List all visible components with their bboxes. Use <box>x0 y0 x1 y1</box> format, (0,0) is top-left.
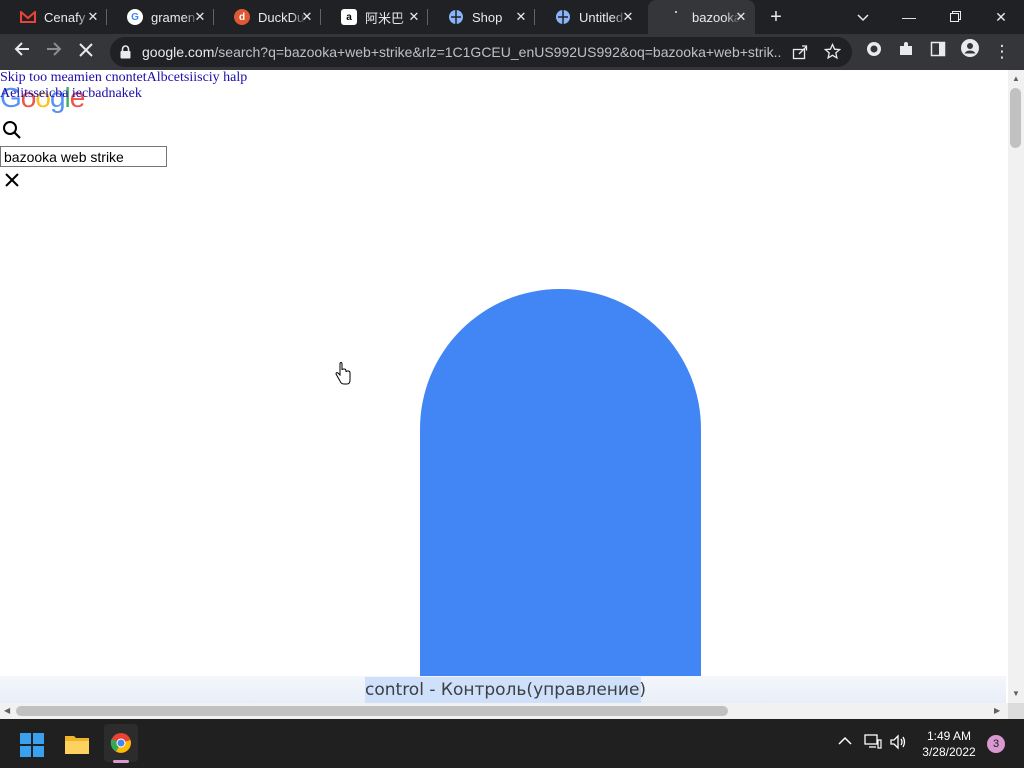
url-host: google.com <box>142 44 215 60</box>
back-button[interactable] <box>8 38 36 66</box>
windows-taskbar: 1:49 AM 3/28/2022 3 <box>0 719 1024 768</box>
tab-shop[interactable]: Shop ✕ <box>428 0 535 34</box>
lock-icon[interactable] <box>120 45 131 64</box>
close-icon[interactable]: ✕ <box>85 9 101 25</box>
minimize-button[interactable]: — <box>886 0 932 34</box>
scroll-up-arrow-icon[interactable]: ▲ <box>1012 74 1020 84</box>
tab-search-button[interactable] <box>840 0 886 34</box>
google-icon: G <box>127 9 143 25</box>
web-icon <box>555 9 571 25</box>
accessibility-feedback-link[interactable]: Aelitsseicba iecbadnakek <box>0 86 142 102</box>
tab-duckduckgo[interactable]: d DuckDu ✕ <box>214 0 321 34</box>
start-pane <box>33 733 44 744</box>
browser-toolbar: google.com/search?q=bazooka+web+strike&r… <box>0 34 1024 70</box>
address-bar[interactable]: google.com/search?q=bazooka+web+strike&r… <box>110 37 852 67</box>
tab-untitled[interactable]: Untitled ✕ <box>535 0 642 34</box>
network-icon[interactable] <box>864 734 882 753</box>
close-icon[interactable]: ✕ <box>299 9 315 25</box>
tab-strip: Cenafy ✕ G gramen ✕ d DuckDu ✕ a 阿米巴 ✕ S… <box>0 0 1024 34</box>
tab-amazon[interactable]: a 阿米巴 ✕ <box>321 0 428 34</box>
close-icon[interactable]: ✕ <box>620 9 636 25</box>
file-explorer-icon[interactable] <box>64 733 90 755</box>
duckduckgo-icon: d <box>234 9 250 25</box>
bookmark-star-icon[interactable] <box>823 42 842 65</box>
menu-kebab-icon[interactable]: ⋮ <box>988 38 1016 66</box>
vertical-scrollbar[interactable] <box>1008 70 1024 703</box>
scroll-right-arrow-icon[interactable]: ▶ <box>994 706 1000 716</box>
tab-google[interactable]: G gramen ✕ <box>107 0 214 34</box>
clock-time: 1:49 AM <box>926 729 972 743</box>
extension-icon[interactable] <box>860 38 888 66</box>
taskbar-clock[interactable]: 1:49 AM 3/28/2022 <box>915 728 983 760</box>
scroll-down-arrow-icon[interactable]: ▼ <box>1012 689 1020 699</box>
volume-icon[interactable] <box>889 734 907 753</box>
clock-date: 3/28/2022 <box>922 745 976 759</box>
chrome-taskbar-button[interactable] <box>104 724 138 762</box>
forward-button[interactable] <box>40 38 68 66</box>
profile-icon[interactable] <box>956 38 984 66</box>
page-content: Google Skip too meamien cnontetAlbcetsii… <box>0 70 1008 703</box>
url-path: /search?q=bazooka+web+strike&rlz=1C1GCEU… <box>214 44 782 60</box>
restore-button[interactable] <box>932 0 978 34</box>
share-icon[interactable] <box>792 44 808 65</box>
windows-start-icon[interactable] <box>20 733 44 757</box>
chrome-icon <box>110 732 132 759</box>
scrollbar-corner <box>1008 703 1024 719</box>
close-icon[interactable]: ✕ <box>406 9 422 25</box>
loading-icon <box>668 9 684 25</box>
voice-search-mic-shape <box>420 289 701 703</box>
start-pane <box>20 733 31 744</box>
start-pane <box>33 746 44 757</box>
close-window-button[interactable]: ✕ <box>978 0 1024 34</box>
web-icon <box>448 9 464 25</box>
extensions-puzzle-icon[interactable] <box>892 38 920 66</box>
tab-gmail[interactable]: Cenafy ✕ <box>0 0 107 34</box>
hand-cursor-icon <box>334 361 352 386</box>
start-pane <box>20 746 31 757</box>
active-app-indicator <box>113 760 129 763</box>
search-input[interactable] <box>0 146 167 167</box>
clear-search-icon[interactable] <box>3 171 21 189</box>
translation-text: control - Контроль(управление) <box>365 677 646 703</box>
gmail-icon <box>20 9 36 25</box>
close-icon[interactable]: ✕ <box>733 9 749 25</box>
amazon-icon: a <box>341 9 357 25</box>
horizontal-scroll-thumb[interactable] <box>16 706 728 716</box>
new-tab-button[interactable]: + <box>764 5 788 29</box>
stop-loading-button[interactable] <box>72 38 100 66</box>
chevron-up-icon[interactable] <box>838 734 852 749</box>
skip-to-content-link[interactable]: Skip too meamien cnontetAlbcetsiisciy ha… <box>0 70 247 86</box>
scroll-left-arrow-icon[interactable]: ◀ <box>4 706 10 716</box>
close-icon[interactable]: ✕ <box>192 9 208 25</box>
close-icon[interactable]: ✕ <box>513 9 529 25</box>
notification-badge[interactable]: 3 <box>987 735 1005 753</box>
url-text[interactable]: google.com/search?q=bazooka+web+strike&r… <box>142 37 782 67</box>
side-panel-icon[interactable] <box>924 38 952 66</box>
tab-bazooka-active[interactable]: bazooka ✕ <box>648 0 755 34</box>
vertical-scroll-thumb[interactable] <box>1010 88 1021 148</box>
search-icon[interactable] <box>2 120 22 140</box>
